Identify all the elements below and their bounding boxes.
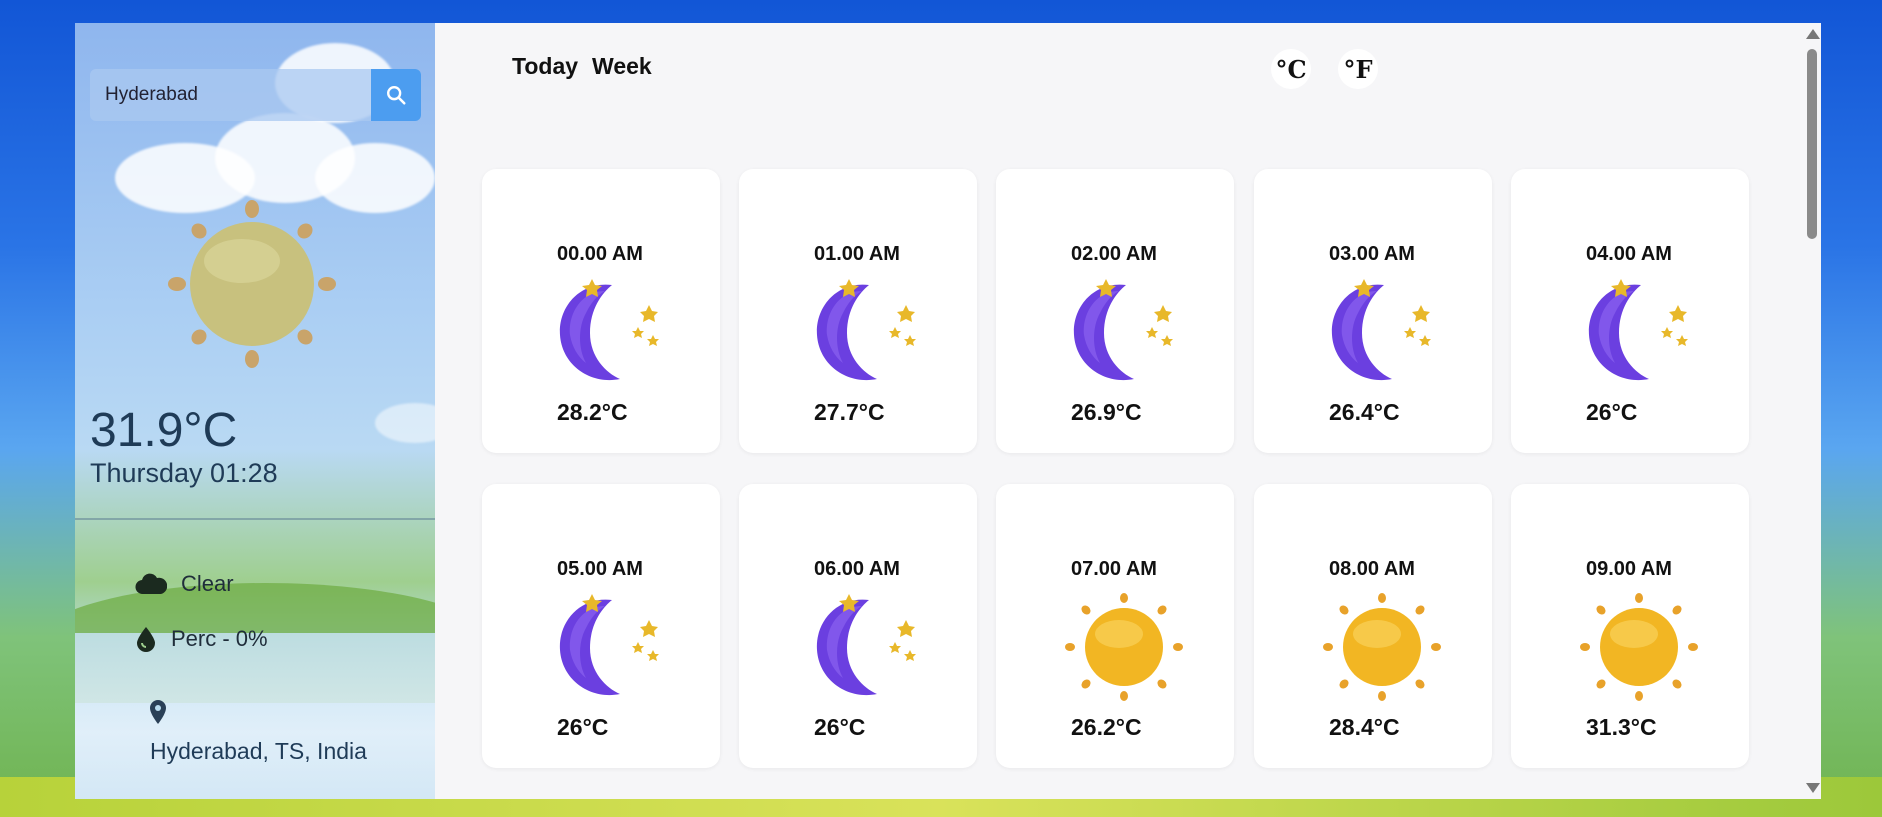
- scrollbar-thumb[interactable]: [1807, 49, 1817, 239]
- hourly-forecast-card: 07.00 AM 26.2°C: [996, 484, 1234, 768]
- location-label: Hyderabad, TS, India: [150, 738, 367, 764]
- hourly-time: 02.00 AM: [1071, 243, 1157, 265]
- current-temperature: 31.9°C: [90, 404, 238, 457]
- hourly-time: 06.00 AM: [814, 558, 900, 580]
- hourly-forecast-card: 01.00 AM 27.7°C: [739, 169, 977, 453]
- forecast-tabs: Today Week: [512, 53, 652, 80]
- moon-icon: [816, 594, 916, 696]
- divider: [75, 518, 435, 520]
- precipitation-label: Perc - 0%: [171, 626, 268, 651]
- hourly-forecast-card: 06.00 AM 26°C: [739, 484, 977, 768]
- hourly-time: 00.00 AM: [557, 243, 643, 265]
- cloud-icon: [135, 573, 167, 595]
- hourly-time: 07.00 AM: [1071, 558, 1157, 580]
- moon-icon: [1073, 279, 1173, 381]
- hourly-time: 04.00 AM: [1586, 243, 1672, 265]
- hourly-forecast-card: 05.00 AM 26°C: [482, 484, 720, 768]
- sun-icon: [1580, 593, 1698, 701]
- sun-icon: [168, 200, 336, 368]
- hourly-temperature: 28.2°C: [557, 399, 628, 425]
- hourly-time: 09.00 AM: [1586, 558, 1672, 580]
- forecast-panel: Today Week °C °F 00.00 AM 28.2°C 01.00 AM 2…: [435, 23, 1821, 799]
- background-water: [75, 633, 435, 799]
- background-cloud: [375, 403, 435, 443]
- hourly-temperature: 31.3°C: [1586, 714, 1657, 740]
- hourly-forecast-card: 00.00 AM 28.2°C: [482, 169, 720, 453]
- scroll-up-arrow[interactable]: [1806, 29, 1820, 39]
- condition-label: Clear: [181, 571, 234, 596]
- condition-row: Clear: [135, 571, 234, 597]
- tab-week[interactable]: Week: [592, 53, 652, 80]
- hourly-forecast-card: 04.00 AM 26°C: [1511, 169, 1749, 453]
- hourly-temperature: 26°C: [1586, 399, 1638, 425]
- celsius-button[interactable]: °C: [1271, 49, 1311, 89]
- location-pin-icon: [150, 700, 166, 724]
- search-input[interactable]: [90, 69, 371, 121]
- hourly-time: 01.00 AM: [814, 243, 900, 265]
- water-drop-icon: [137, 627, 155, 652]
- moon-icon: [559, 279, 659, 381]
- sun-icon: [1065, 593, 1183, 701]
- fahrenheit-button[interactable]: °F: [1338, 49, 1378, 89]
- hourly-time: 08.00 AM: [1329, 558, 1415, 580]
- scroll-down-arrow[interactable]: [1806, 783, 1820, 793]
- sun-icon: [1323, 593, 1441, 701]
- moon-icon: [559, 594, 659, 696]
- moon-icon: [1331, 279, 1431, 381]
- hourly-temperature: 26.2°C: [1071, 714, 1142, 740]
- hourly-time: 05.00 AM: [557, 558, 643, 580]
- hourly-temperature: 28.4°C: [1329, 714, 1400, 740]
- hourly-temperature: 26.9°C: [1071, 399, 1142, 425]
- moon-icon: [1588, 279, 1688, 381]
- search-icon: [387, 86, 406, 105]
- moon-icon: [816, 279, 916, 381]
- hourly-forecast-card: 02.00 AM 26.9°C: [996, 169, 1234, 453]
- weather-app-window: 31.9°C Thursday 01:28 Clear Perc - 0% Hy…: [75, 23, 1821, 799]
- hourly-forecast-card: 09.00 AM 31.3°C: [1511, 484, 1749, 768]
- hourly-temperature: 26.4°C: [1329, 399, 1400, 425]
- search-button[interactable]: [371, 69, 421, 121]
- hourly-temperature: 26°C: [557, 714, 609, 740]
- hourly-time: 03.00 AM: [1329, 243, 1415, 265]
- search-bar: [90, 69, 421, 121]
- sidebar: 31.9°C Thursday 01:28 Clear Perc - 0% Hy…: [75, 23, 435, 799]
- tab-today[interactable]: Today: [512, 53, 578, 80]
- hourly-temperature: 27.7°C: [814, 399, 885, 425]
- scrollbar[interactable]: [1803, 23, 1821, 799]
- current-day-time: Thursday 01:28: [90, 458, 278, 488]
- precipitation-row: Perc - 0%: [135, 626, 268, 652]
- hourly-forecast-card: 08.00 AM 28.4°C: [1254, 484, 1492, 768]
- hourly-forecast-card: 03.00 AM 26.4°C: [1254, 169, 1492, 453]
- hourly-temperature: 26°C: [814, 714, 866, 740]
